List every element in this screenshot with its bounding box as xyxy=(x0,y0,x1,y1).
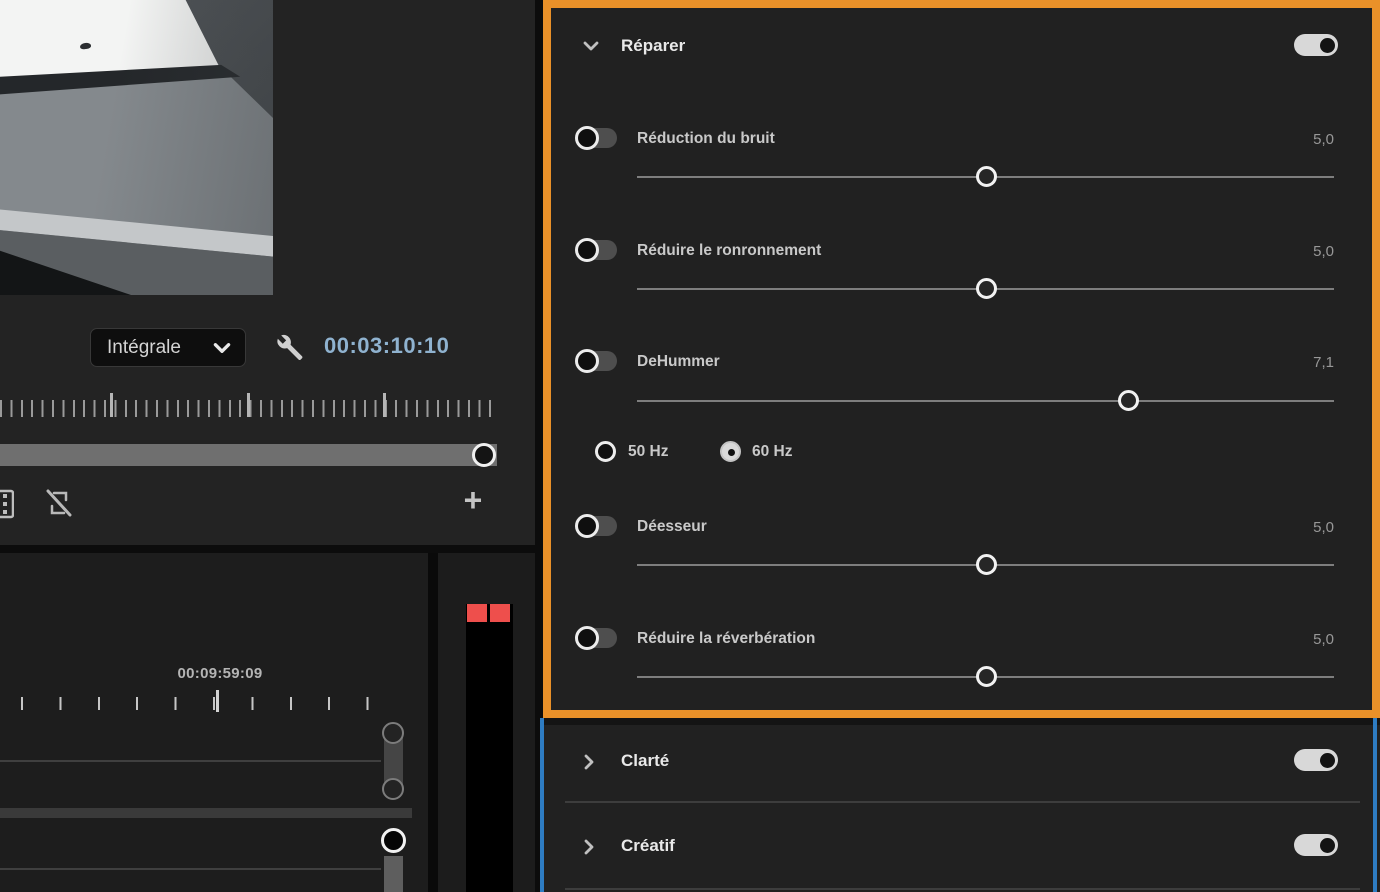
radio-dot xyxy=(728,449,735,456)
noise-reduction-label: Réduction du bruit xyxy=(637,130,775,148)
noise-reduction-slider[interactable] xyxy=(637,166,1334,187)
clarity-section-title[interactable]: Clarté xyxy=(621,751,669,771)
panel-focus-border-right xyxy=(1373,718,1377,892)
track-divider xyxy=(0,760,381,762)
dehummer-toggle[interactable] xyxy=(577,351,617,371)
dehummer-value[interactable]: 7,1 xyxy=(1234,354,1334,371)
ruler-major-tick xyxy=(383,393,386,417)
timeline-vertical-scrollbar-lower[interactable] xyxy=(384,856,403,892)
slider-thumb[interactable] xyxy=(976,554,997,575)
toggle-knob xyxy=(575,514,599,538)
toggle-knob xyxy=(1320,753,1335,768)
deesser-slider[interactable] xyxy=(637,554,1334,575)
dereverb-toggle[interactable] xyxy=(577,628,617,648)
rumble-reduction-value[interactable]: 5,0 xyxy=(1234,243,1334,260)
timeline-horizontal-scrollbar[interactable] xyxy=(0,808,412,818)
timeline-ruler[interactable] xyxy=(3,697,381,710)
section-gap xyxy=(543,718,1380,725)
panel-focus-border-left xyxy=(540,718,544,892)
zoom-level-value: Intégrale xyxy=(107,337,181,359)
section-divider xyxy=(565,801,1360,803)
dehummer-slider[interactable] xyxy=(637,390,1334,411)
rumble-reduction-toggle[interactable] xyxy=(577,240,617,260)
audio-meter-bar xyxy=(466,604,513,892)
deesser-label: Déesseur xyxy=(637,518,707,536)
monitor-zoom-scrollbar-handle[interactable] xyxy=(472,443,496,467)
dereverb-value[interactable]: 5,0 xyxy=(1234,631,1334,648)
repair-section-title[interactable]: Réparer xyxy=(621,36,685,56)
clip-indicator-right[interactable] xyxy=(490,604,510,622)
track-scrollbar-knob[interactable] xyxy=(381,828,406,853)
track-divider xyxy=(0,868,381,870)
deesser-toggle[interactable] xyxy=(577,516,617,536)
linked-selection-off-icon[interactable] xyxy=(44,488,74,518)
repair-collapse-chevron-down-icon[interactable] xyxy=(581,36,601,56)
deesser-value[interactable]: 5,0 xyxy=(1234,519,1334,536)
toggle-knob xyxy=(1320,38,1335,53)
slider-thumb[interactable] xyxy=(1118,390,1139,411)
scrollbar-handle-bottom[interactable] xyxy=(382,778,404,800)
creative-section-title[interactable]: Créatif xyxy=(621,836,675,856)
add-track-button[interactable]: + xyxy=(459,487,487,515)
toggle-knob xyxy=(575,126,599,150)
program-monitor-panel: Intégrale 00:03:10:10 xyxy=(0,0,535,553)
clarity-expand-chevron-right-icon[interactable] xyxy=(579,752,599,772)
rumble-reduction-label: Réduire le ronronnement xyxy=(637,242,821,260)
toggle-knob xyxy=(1320,838,1335,853)
clip-indicator-left[interactable] xyxy=(467,604,487,622)
creative-expand-chevron-right-icon[interactable] xyxy=(579,837,599,857)
timeline-timecode: 00:09:59:09 xyxy=(150,665,290,682)
filmstrip-icon[interactable] xyxy=(0,489,14,519)
toggle-knob xyxy=(575,238,599,262)
noise-reduction-value[interactable]: 5,0 xyxy=(1234,131,1334,148)
slider-thumb[interactable] xyxy=(976,666,997,687)
panel-divider-vertical[interactable] xyxy=(428,553,438,892)
toggle-knob xyxy=(575,626,599,650)
zoom-level-dropdown[interactable]: Intégrale xyxy=(90,328,246,367)
video-preview xyxy=(0,0,273,295)
dereverb-slider[interactable] xyxy=(637,666,1334,687)
chevron-down-icon xyxy=(211,337,233,359)
creative-toggle[interactable] xyxy=(1294,834,1338,856)
ruler-major-tick xyxy=(110,393,113,417)
program-timecode: 00:03:10:10 xyxy=(324,333,449,359)
freq-50hz-label[interactable]: 50 Hz xyxy=(628,443,669,461)
ruler-major-tick xyxy=(247,393,250,417)
dereverb-label: Réduire la réverbération xyxy=(637,630,815,648)
rumble-reduction-slider[interactable] xyxy=(637,278,1334,299)
slider-thumb[interactable] xyxy=(976,166,997,187)
slider-thumb[interactable] xyxy=(976,278,997,299)
section-divider xyxy=(565,888,1360,890)
premiere-pro-app: Intégrale 00:03:10:10 xyxy=(0,0,1380,892)
freq-50hz-radio[interactable] xyxy=(595,441,616,462)
freq-60hz-radio[interactable] xyxy=(720,441,741,462)
slider-track xyxy=(637,400,1334,402)
timeline-panel xyxy=(0,553,428,892)
panel-divider-horizontal[interactable] xyxy=(0,545,543,553)
monitor-zoom-scrollbar[interactable] xyxy=(0,444,497,466)
repair-toggle[interactable] xyxy=(1294,34,1338,56)
clarity-toggle[interactable] xyxy=(1294,749,1338,771)
freq-60hz-label[interactable]: 60 Hz xyxy=(752,443,793,461)
scrollbar-handle-top[interactable] xyxy=(382,722,404,744)
toggle-knob xyxy=(575,349,599,373)
wrench-icon[interactable] xyxy=(271,329,305,365)
noise-reduction-toggle[interactable] xyxy=(577,128,617,148)
timeline-playhead-tick xyxy=(216,690,219,712)
dehummer-label: DeHummer xyxy=(637,353,720,371)
